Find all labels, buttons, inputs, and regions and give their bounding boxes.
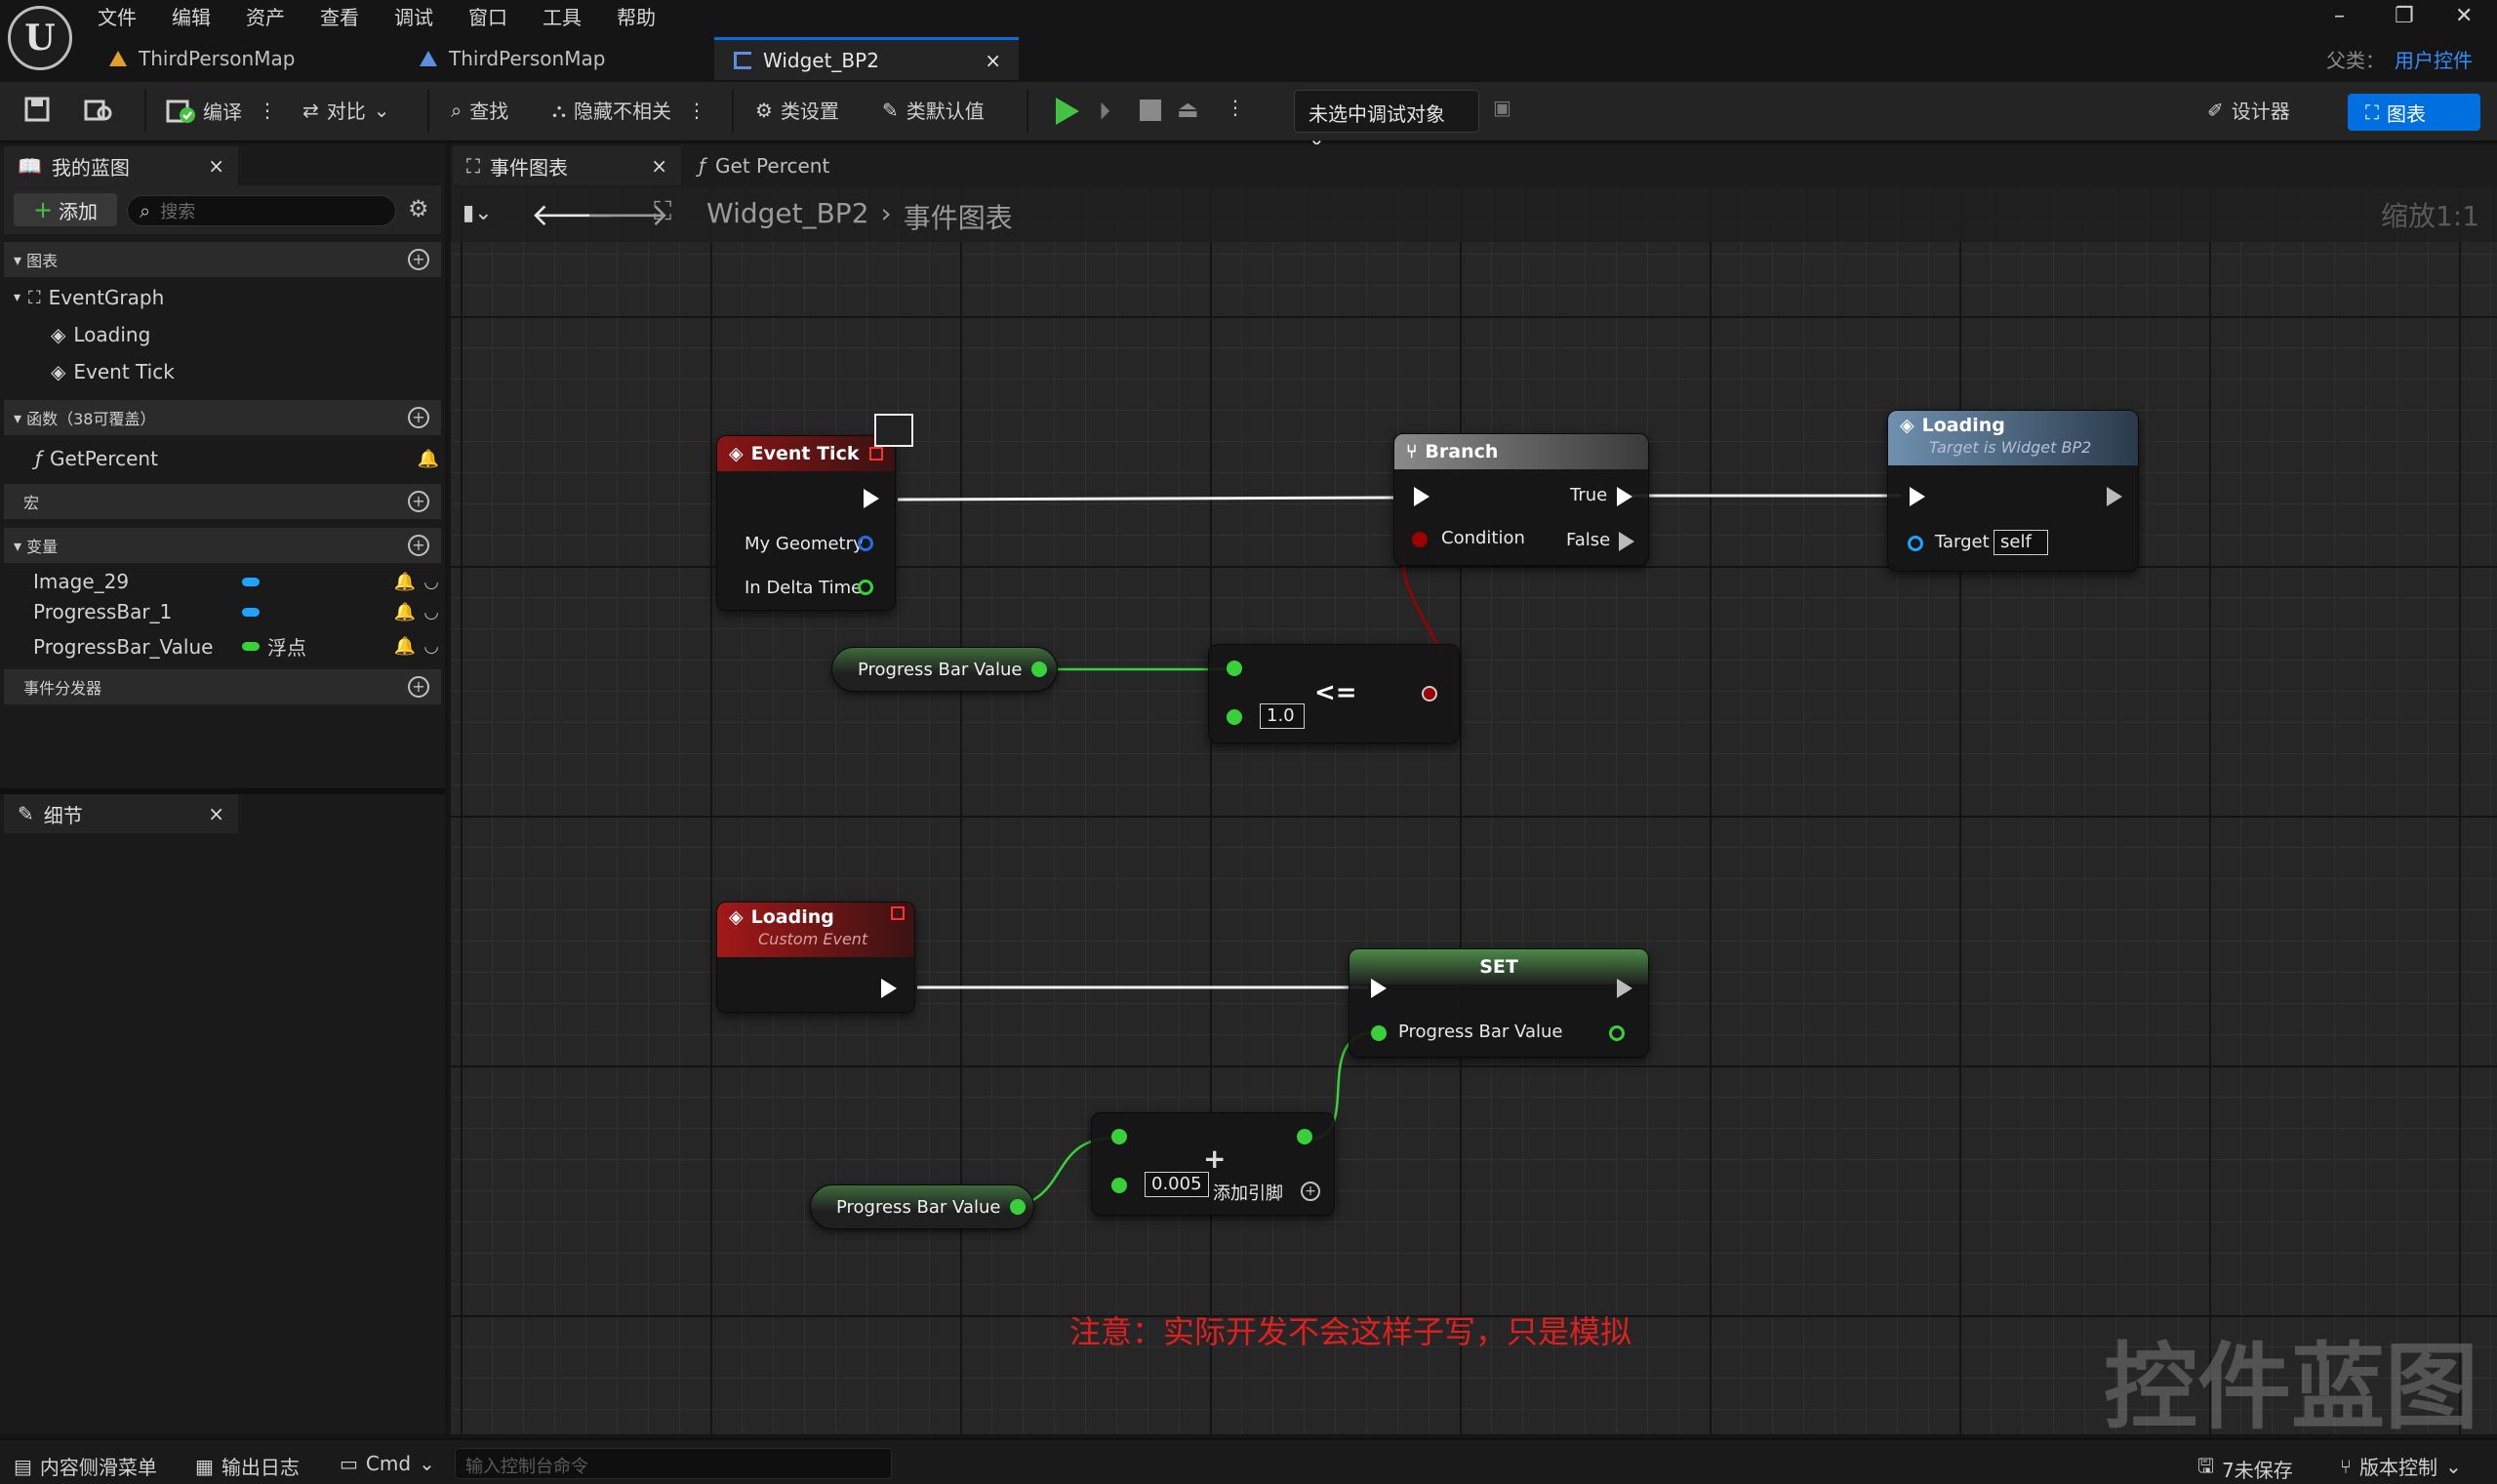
node-header: ◈ Loading Custom Event bbox=[717, 902, 914, 957]
output-log-button[interactable]: ▦ 输出日志 bbox=[195, 1452, 300, 1480]
struct-pin[interactable] bbox=[858, 536, 873, 551]
unsaved-button[interactable]: 🖫 7未保存 bbox=[2197, 1452, 2293, 1484]
operator-label: + bbox=[1203, 1143, 1227, 1175]
exec-in-pin[interactable] bbox=[1910, 487, 1925, 506]
delegate-pin-icon[interactable] bbox=[891, 906, 905, 920]
output-log-label: 输出日志 bbox=[221, 1456, 300, 1479]
float-pin[interactable] bbox=[1031, 662, 1048, 677]
event-tick-node[interactable]: ◈ Event Tick My Geometry In Delta Time bbox=[716, 435, 896, 611]
exec-in-pin[interactable] bbox=[1371, 979, 1387, 998]
pin-label: Progress Bar Value bbox=[1398, 1022, 1563, 1042]
float-pin[interactable] bbox=[1010, 1199, 1027, 1215]
node-header: ◈ Event Tick bbox=[717, 436, 895, 471]
node-title: Loading bbox=[750, 906, 834, 928]
get-progress-bar-value-node[interactable]: Progress Bar Value bbox=[831, 647, 1058, 692]
float-pin[interactable] bbox=[1227, 709, 1242, 725]
source-control-label: 版本控制 bbox=[2359, 1456, 2437, 1479]
chevron-down-icon: ⌄ bbox=[2445, 1454, 2462, 1478]
variable-label: Progress Bar Value bbox=[858, 659, 1023, 680]
variable-label: Progress Bar Value bbox=[836, 1196, 1001, 1218]
float-pin[interactable] bbox=[1227, 661, 1242, 676]
float-out-pin[interactable] bbox=[1609, 1025, 1625, 1041]
chevron-down-icon: ⌄ bbox=[419, 1452, 435, 1475]
exec-out-pin[interactable] bbox=[881, 979, 897, 998]
node-title: SET bbox=[1479, 956, 1518, 978]
console-input[interactable]: 输入控制台命令 bbox=[455, 1448, 892, 1479]
node-subtitle: Target is Widget BP2 bbox=[1929, 438, 2092, 457]
unsaved-label: 7未保存 bbox=[2222, 1458, 2293, 1482]
float-pin[interactable] bbox=[1111, 1129, 1127, 1144]
pin-label: In Delta Time bbox=[745, 578, 863, 598]
add-float-node[interactable]: 0.005 + 添加引脚 + bbox=[1091, 1112, 1335, 1216]
content-drawer-button[interactable]: ▤ 内容侧滑菜单 bbox=[14, 1452, 157, 1480]
add-pin-label[interactable]: 添加引脚 bbox=[1213, 1180, 1283, 1205]
client-server-icon bbox=[874, 414, 913, 447]
loading-custom-event-node[interactable]: ◈ Loading Custom Event bbox=[716, 902, 915, 1013]
content-drawer-icon: ▤ bbox=[14, 1454, 32, 1478]
pin-label: True bbox=[1570, 485, 1608, 505]
branch-icon: ⑂ bbox=[1406, 441, 1418, 462]
node-header: ⑂ Branch bbox=[1394, 434, 1648, 469]
exec-out-pin[interactable] bbox=[864, 489, 879, 508]
exec-wire bbox=[897, 496, 1394, 501]
float-out-pin[interactable] bbox=[1297, 1129, 1312, 1144]
pin-label: Condition bbox=[1441, 528, 1525, 548]
get-progress-bar-value-node[interactable]: Progress Bar Value bbox=[810, 1184, 1034, 1229]
exec-out-pin[interactable] bbox=[2107, 487, 2122, 506]
output-log-icon: ▦ bbox=[195, 1454, 214, 1478]
delegate-pin-icon[interactable] bbox=[869, 447, 883, 461]
compare-value-field[interactable]: 1.0 bbox=[1260, 703, 1305, 729]
exec-true-pin[interactable] bbox=[1617, 487, 1632, 506]
pin-label: False bbox=[1566, 530, 1611, 550]
console-icon: ▭ bbox=[340, 1452, 358, 1475]
add-value-field[interactable]: 0.005 bbox=[1145, 1172, 1209, 1197]
float-in-pin[interactable] bbox=[1371, 1025, 1387, 1041]
pin-label: My Geometry bbox=[745, 534, 864, 554]
node-subtitle: Custom Event bbox=[758, 930, 868, 948]
exec-false-pin[interactable] bbox=[1619, 532, 1634, 551]
float-pin[interactable] bbox=[1111, 1178, 1127, 1193]
set-progress-bar-value-node[interactable]: SET Progress Bar Value bbox=[1349, 948, 1649, 1058]
node-title: Loading bbox=[1921, 415, 2005, 436]
bool-pin[interactable] bbox=[1412, 532, 1428, 547]
node-header: ◈ Loading Target is Widget BP2 bbox=[1888, 411, 2138, 465]
target-value-field[interactable]: self bbox=[1994, 530, 2048, 555]
annotation-note: 注意：实际开发不会这样子写，只是模拟 bbox=[1069, 1313, 1632, 1350]
float-pin[interactable] bbox=[858, 580, 873, 595]
content-drawer-label: 内容侧滑菜单 bbox=[39, 1456, 157, 1479]
object-pin[interactable] bbox=[1908, 536, 1923, 551]
event-diamond-icon: ◈ bbox=[729, 906, 744, 928]
exec-in-pin[interactable] bbox=[1414, 487, 1430, 506]
function-call-icon: ◈ bbox=[1900, 415, 1914, 436]
operator-label: <= bbox=[1314, 678, 1357, 707]
bool-out-pin[interactable] bbox=[1422, 686, 1437, 702]
loading-call-node[interactable]: ◈ Loading Target is Widget BP2 Target sel… bbox=[1887, 410, 2139, 572]
less-equal-node[interactable]: 1.0 <= bbox=[1208, 644, 1460, 743]
pin-label: Target bbox=[1935, 532, 1990, 552]
graph-watermark: 控件蓝图 bbox=[2104, 1333, 2478, 1442]
event-diamond-icon: ◈ bbox=[729, 443, 744, 464]
exec-out-pin[interactable] bbox=[1617, 979, 1632, 998]
source-control-icon: ⑂ bbox=[2340, 1454, 2352, 1478]
node-header: SET bbox=[1349, 949, 1648, 984]
save-status-icon: 🖫 bbox=[2197, 1454, 2215, 1477]
add-pin-icon[interactable]: + bbox=[1301, 1182, 1320, 1201]
cmd-dropdown[interactable]: ▭ Cmd ⌄ bbox=[340, 1452, 435, 1475]
cmd-label: Cmd bbox=[365, 1452, 412, 1475]
branch-node[interactable]: ⑂ Branch True Condition False bbox=[1393, 433, 1649, 566]
node-title: Branch bbox=[1425, 441, 1499, 462]
node-title: Event Tick bbox=[750, 443, 860, 464]
source-control-button[interactable]: ⑂ 版本控制 ⌄ bbox=[2340, 1452, 2462, 1480]
